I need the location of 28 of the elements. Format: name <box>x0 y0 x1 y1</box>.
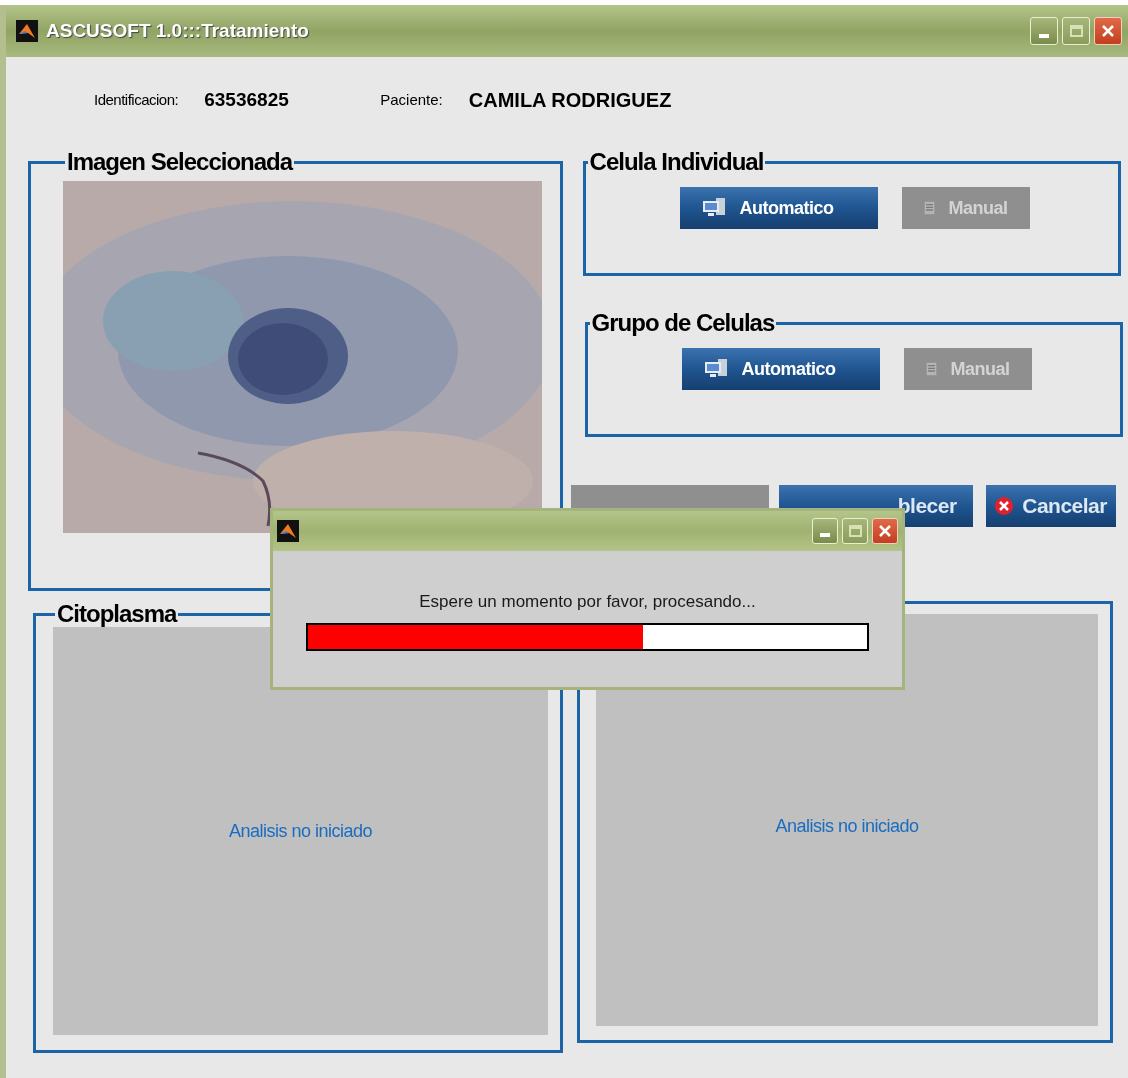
close-icon <box>1100 23 1116 39</box>
computer-icon <box>701 197 726 219</box>
automatic-button[interactable]: Automatico <box>681 348 880 390</box>
patient-label: Paciente: <box>380 89 443 110</box>
computer-icon <box>703 358 728 380</box>
minimize-button[interactable] <box>812 518 838 544</box>
group-title: Grupo de Celulas <box>590 310 776 336</box>
close-button[interactable] <box>1094 17 1122 45</box>
close-button[interactable] <box>872 518 898 544</box>
id-label: Identificacion: <box>94 89 179 110</box>
app-icon <box>16 20 38 42</box>
group-title: Imagen Seleccionada <box>66 149 294 175</box>
status-text: Analisis no iniciado <box>228 819 373 843</box>
maximize-button[interactable] <box>1062 17 1090 45</box>
group-title: Celula Individual <box>588 149 765 175</box>
dialog-message: Espere un momento por favor, procesando... <box>419 591 756 613</box>
maximize-button[interactable] <box>842 518 868 544</box>
window-title: ASCUSOFT 1.0:::Tratamiento <box>46 18 310 43</box>
close-icon <box>877 523 893 539</box>
patient-name: CAMILA RODRIGUEZ <box>468 88 672 113</box>
group-title: Citoplasma <box>56 601 179 627</box>
cancel-button[interactable]: Cancelar <box>985 485 1116 527</box>
cancel-icon <box>994 496 1015 516</box>
id-value: 63536825 <box>204 87 290 112</box>
dialog-app-icon <box>277 520 299 542</box>
automatic-button[interactable]: Automatico <box>679 187 878 229</box>
minimize-button[interactable] <box>1030 17 1058 45</box>
status-text: Analisis no iniciado <box>775 814 919 838</box>
